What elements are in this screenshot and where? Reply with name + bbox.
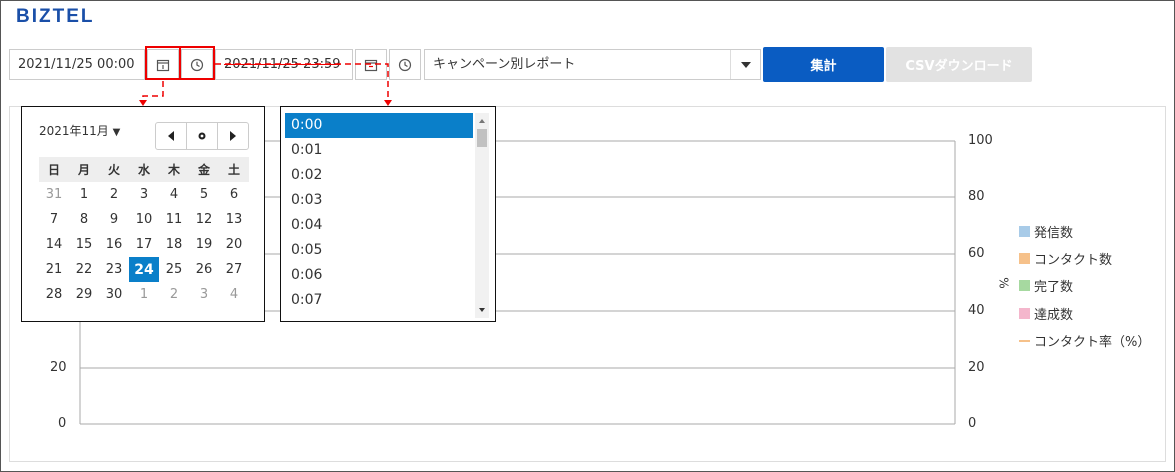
annotation-arrows	[139, 63, 392, 106]
